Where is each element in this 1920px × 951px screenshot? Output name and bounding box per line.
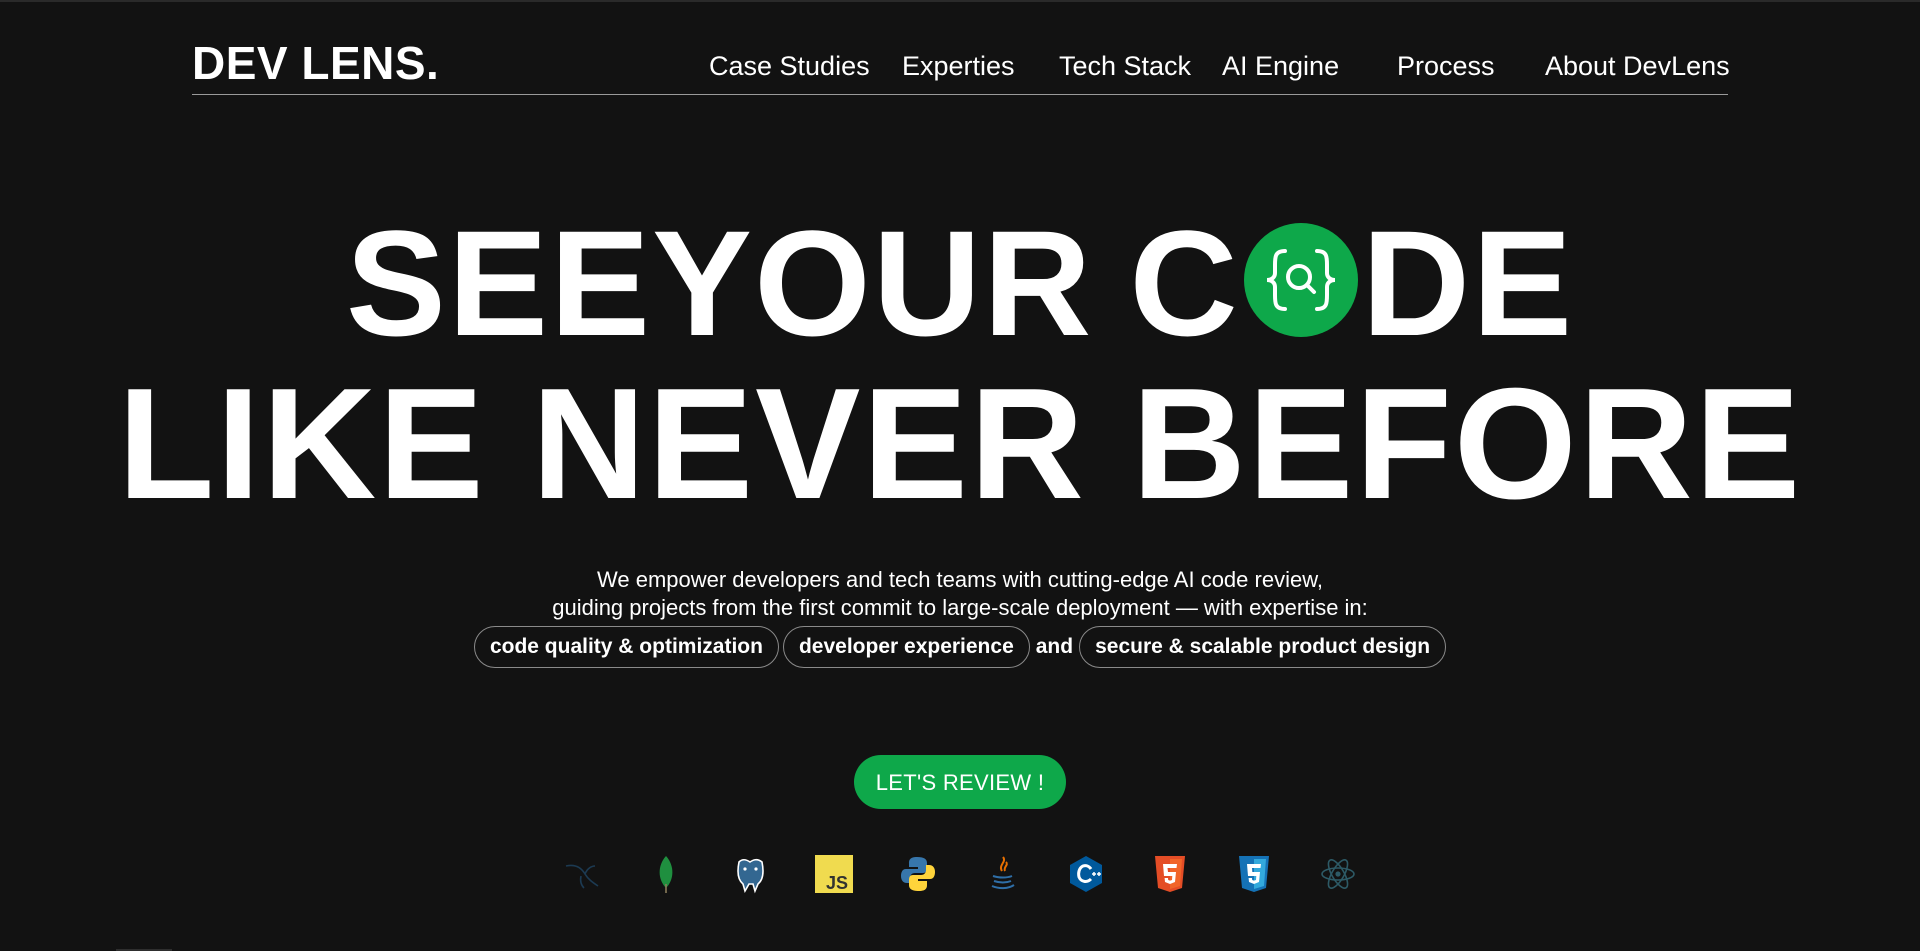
hero-word-see: SEE <box>345 199 653 367</box>
lets-review-button[interactable]: LET'S REVIEW ! <box>854 755 1066 809</box>
html5-icon <box>1151 854 1189 894</box>
nav-experties[interactable]: Experties <box>902 51 1015 82</box>
pill-connector: and <box>1035 635 1074 658</box>
nav-tech-stack[interactable]: Tech Stack <box>1059 51 1191 82</box>
nav-about[interactable]: About DevLens <box>1545 51 1730 82</box>
javascript-icon: JS <box>815 854 853 894</box>
hero-heading-line2: LIKE NEVER BEFORE <box>117 356 1803 532</box>
java-icon <box>983 854 1021 894</box>
hero-word-code-start: C <box>1129 199 1240 367</box>
site-logo[interactable]: DEV LENS. <box>192 36 439 90</box>
code-search-icon <box>1243 223 1358 337</box>
hero-word-code-end: DE <box>1361 199 1575 367</box>
js-badge-text: JS <box>826 873 848 893</box>
css3-icon <box>1235 854 1273 894</box>
cplusplus-icon <box>1067 854 1105 894</box>
python-icon <box>899 854 937 894</box>
top-border <box>0 0 1920 2</box>
mysql-icon <box>563 854 601 894</box>
expertise-pills: code quality & optimization developer ex… <box>0 626 1920 668</box>
react-icon <box>1319 854 1357 894</box>
nav-process[interactable]: Process <box>1397 51 1495 82</box>
hero-word-your: YOUR <box>652 199 1094 367</box>
pill-secure-design: secure & scalable product design <box>1079 626 1447 668</box>
hero-heading-line1: SEEYOUR C DE <box>0 208 1920 358</box>
nav-case-studies[interactable]: Case Studies <box>709 51 870 82</box>
hero-subtitle-line1: We empower developers and tech teams wit… <box>597 567 1323 592</box>
nav-ai-engine[interactable]: AI Engine <box>1222 51 1339 82</box>
pill-code-quality: code quality & optimization <box>473 626 779 668</box>
site-header: DEV LENS. Case Studies Experties Tech St… <box>192 30 1730 95</box>
mongodb-icon <box>647 854 685 894</box>
tech-stack-icons: JS <box>0 854 1920 894</box>
hero-subtitle-line2: guiding projects from the first commit t… <box>552 595 1368 620</box>
pill-developer-experience: developer experience <box>782 626 1030 668</box>
postgresql-icon <box>731 854 769 894</box>
